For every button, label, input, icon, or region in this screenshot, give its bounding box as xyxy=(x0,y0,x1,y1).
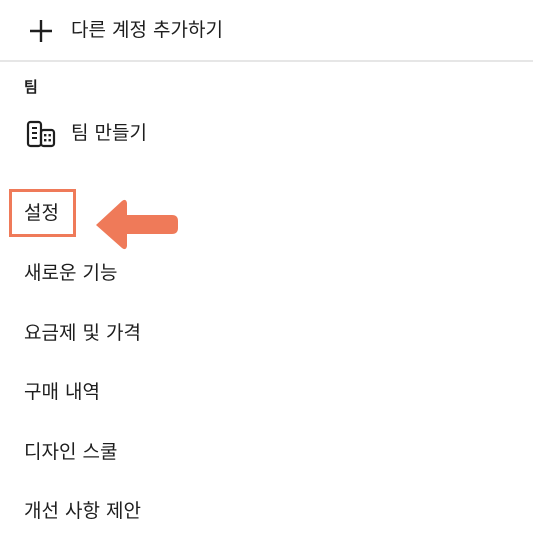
add-account-label: 다른 계정 추가하기 xyxy=(71,19,223,41)
menu-item-pricing[interactable]: 요금제 및 가격 xyxy=(24,320,141,346)
team-section-heading: 팀 xyxy=(24,78,38,96)
arrow-left-icon xyxy=(96,199,178,250)
menu-item-suggest-improvements[interactable]: 개선 사항 제안 xyxy=(24,498,141,524)
menu-item-purchase-history[interactable]: 구매 내역 xyxy=(24,379,100,405)
create-team-label: 팀 만들기 xyxy=(71,122,147,144)
create-team-row[interactable]: 팀 만들기 xyxy=(0,112,533,156)
menu-item-design-school[interactable]: 디자인 스쿨 xyxy=(24,439,117,465)
plus-icon xyxy=(30,20,52,42)
settings-highlight-box xyxy=(9,189,76,237)
team-building-icon xyxy=(26,120,56,148)
menu-item-whats-new[interactable]: 새로운 기능 xyxy=(24,260,117,286)
section-divider xyxy=(0,60,533,62)
add-account-row[interactable]: 다른 계정 추가하기 xyxy=(0,0,533,60)
